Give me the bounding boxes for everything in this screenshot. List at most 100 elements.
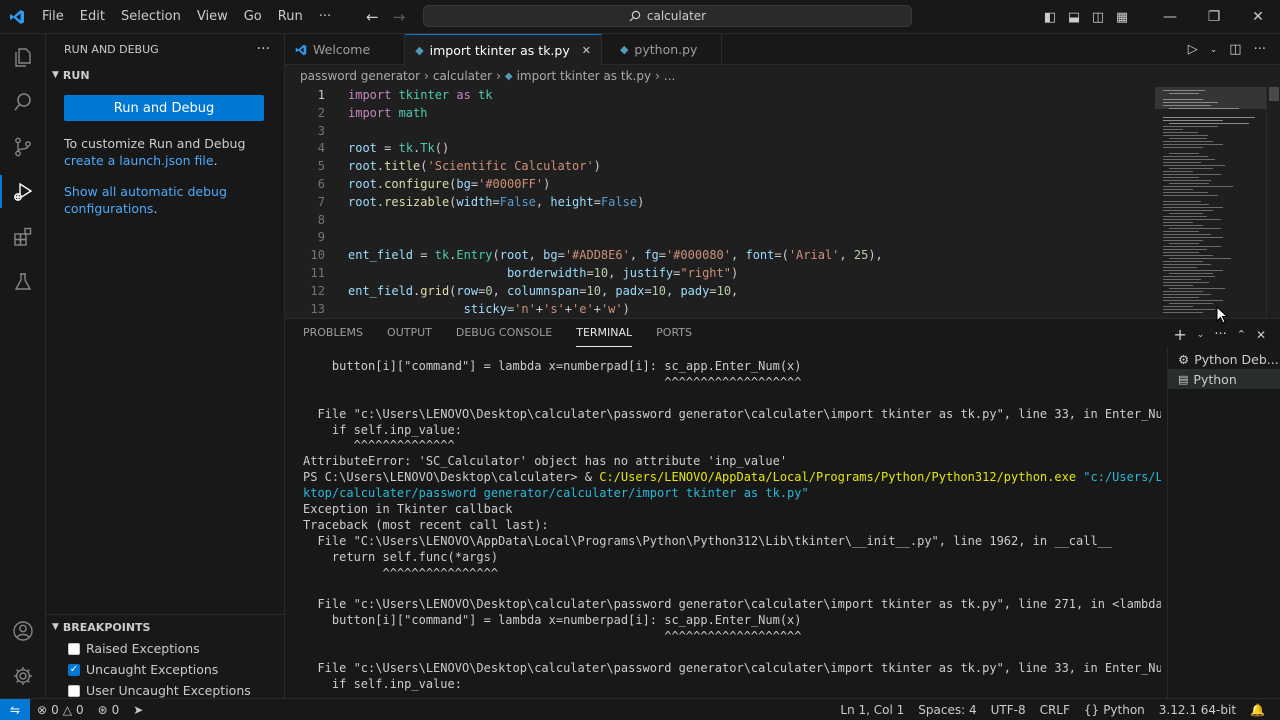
restore-icon[interactable]: ❐ [1192,9,1236,25]
checkbox-checked[interactable]: ✓ [68,663,80,676]
editor-more-icon[interactable]: ··· [1254,42,1266,57]
terminal-output[interactable]: button[i]["command"] = lambda x=numberpa… [303,359,1161,694]
menu-file[interactable]: File [34,0,72,34]
terminal-dropdown-chevron-icon[interactable]: ⌄ [1197,330,1205,340]
extensions-icon[interactable] [0,214,46,259]
language-mode[interactable]: {} Python [1077,703,1152,717]
code-editor[interactable]: 1 import tkinter as tk 2 import math 3 4 root … [285,87,1155,318]
code-line[interactable]: 7 root.resizable(width=False, height=Fals… [285,194,1155,212]
menu-run[interactable]: Run [270,0,311,34]
tab-python-py[interactable]: ◆ python.py [602,34,723,65]
menu-edit[interactable]: Edit [72,0,113,34]
code-line[interactable]: 4 root = tk.Tk() [285,140,1155,158]
code-line[interactable]: 6 root.configure(bg='#0000FF') [285,176,1155,194]
testing-icon[interactable] [0,259,46,304]
close-panel-icon[interactable]: ✕ [1256,328,1266,342]
manage-gear-icon[interactable] [0,653,46,698]
panel-more-icon[interactable]: ··· [1214,327,1226,342]
maximize-panel-chevron-up-icon[interactable]: ⌃ [1237,328,1246,341]
checkbox[interactable] [68,684,80,697]
breakpoint-uncaught-exceptions[interactable]: ✓ Uncaught Exceptions [46,659,285,680]
toggle-secondary-sidebar-icon[interactable]: ◫ [1086,10,1110,25]
show-end: . [153,201,158,216]
run-python-file-icon[interactable]: ▷ [1188,42,1198,57]
indentation[interactable]: Spaces: 4 [911,703,983,717]
minimap-line [1163,270,1223,271]
terminal-line: Traceback (most recent call last): [303,517,549,532]
run-and-debug-button[interactable]: Run and Debug [64,95,264,121]
panel-tabs: PROBLEMS OUTPUT DEBUG CONSOLE TERMINAL P… [285,319,1280,347]
show-debug-configurations-link[interactable]: Show all automatic debug configurations [64,184,227,216]
code-line[interactable]: 12 ent_field.grid(row=0, columnspan=10, p… [285,283,1155,301]
search-text: calculater [646,9,707,23]
close-window-icon[interactable]: ✕ [1236,9,1280,25]
ports-status[interactable]: ⊛ 0 [91,703,127,717]
breakpoint-raised-exceptions[interactable]: Raised Exceptions [46,638,285,659]
close-tab-icon[interactable]: ✕ [582,44,591,57]
tab-debug-console[interactable]: DEBUG CONSOLE [456,319,552,347]
code-line[interactable]: 9 [285,229,1155,247]
breadcrumb-item[interactable]: password generator [300,69,420,83]
source-control-icon[interactable] [0,124,46,169]
run-options-chevron-icon[interactable]: ⌄ [1210,45,1218,55]
tab-terminal[interactable]: TERMINAL [576,319,633,347]
customize-layout-icon[interactable]: ▦ [1110,10,1134,25]
tab-ports[interactable]: PORTS [656,319,692,347]
python-interpreter[interactable]: 3.12.1 64-bit [1152,703,1243,717]
terminal-name: Python [1193,371,1237,387]
terminal-item-python-debug[interactable]: ⚙ Python Deb... [1168,349,1280,369]
code-line[interactable]: 11 borderwidth=10, justify="right") [285,265,1155,283]
code-line[interactable]: 1 import tkinter as tk [285,87,1155,105]
menu-view[interactable]: View [189,0,236,34]
menu-go[interactable]: Go [236,0,270,34]
back-arrow-icon[interactable]: ← [366,8,379,26]
problems-status[interactable]: ⊗ 0 △ 0 [30,703,91,717]
encoding[interactable]: UTF-8 [984,703,1033,717]
run-section-header[interactable]: ▼ RUN [46,64,284,86]
breadcrumb-item[interactable]: calculater [433,69,492,83]
breadcrumb-item[interactable]: ... [664,69,675,83]
forward-arrow-icon[interactable]: → [393,8,406,26]
breadcrumb-item[interactable]: import tkinter as tk.py [517,69,651,83]
code-line[interactable]: 8 [285,212,1155,230]
search-view-icon[interactable] [0,79,46,124]
breakpoint-label: Raised Exceptions [86,641,200,656]
menu-selection[interactable]: Selection [113,0,189,34]
notifications-bell-icon[interactable]: 🔔 [1243,703,1272,717]
minimap-line [1163,159,1215,160]
toggle-primary-sidebar-icon[interactable]: ◧ [1038,10,1062,25]
minimize-icon[interactable]: — [1148,9,1192,25]
remote-indicator-icon[interactable]: ⇋ [0,698,30,720]
code-line[interactable]: 3 [285,123,1155,141]
minimap[interactable] [1155,87,1266,318]
terminal-line: return self.func(*args) [303,549,499,564]
checkbox[interactable] [68,642,80,655]
create-launch-json-link[interactable]: create a launch.json file [64,153,214,168]
tab-import-tkinter[interactable]: ◆ import tkinter as tk.py ✕ [405,34,602,65]
cursor-position[interactable]: Ln 1, Col 1 [833,703,911,717]
terminal-item-python[interactable]: ▤ Python [1168,369,1280,389]
debug-launch-status[interactable]: ➤ [126,703,150,717]
end-of-line[interactable]: CRLF [1033,703,1077,717]
sidebar-more-icon[interactable]: ··· [257,41,270,57]
tab-problems[interactable]: PROBLEMS [303,319,363,347]
split-editor-icon[interactable]: ◫ [1229,42,1241,57]
command-center-search[interactable]: calculater [423,5,912,27]
toggle-panel-icon[interactable]: ⬓ [1062,10,1086,25]
tab-welcome[interactable]: Welcome [285,34,406,65]
scrollbar-thumb[interactable] [1269,87,1279,101]
breakpoints-header[interactable]: ▼ BREAKPOINTS [46,616,285,638]
menu-more[interactable]: ··· [311,0,339,34]
code-line[interactable]: 5 root.title('Scientific Calculator') [285,158,1155,176]
minimap-line [1163,219,1221,220]
explorer-icon[interactable] [0,34,46,79]
new-terminal-plus-icon[interactable]: + [1173,325,1186,344]
tab-output[interactable]: OUTPUT [387,319,432,347]
accounts-icon[interactable] [0,608,46,653]
code-line[interactable]: 13 sticky='n'+'s'+'e'+'w') [285,301,1155,318]
code-line[interactable]: 10 ent_field = tk.Entry(root, bg='#ADD8E6… [285,247,1155,265]
run-and-debug-icon[interactable] [0,169,46,214]
minimap-line [1163,240,1203,241]
editor-scrollbar[interactable] [1266,87,1280,318]
code-line[interactable]: 2 import math [285,105,1155,123]
